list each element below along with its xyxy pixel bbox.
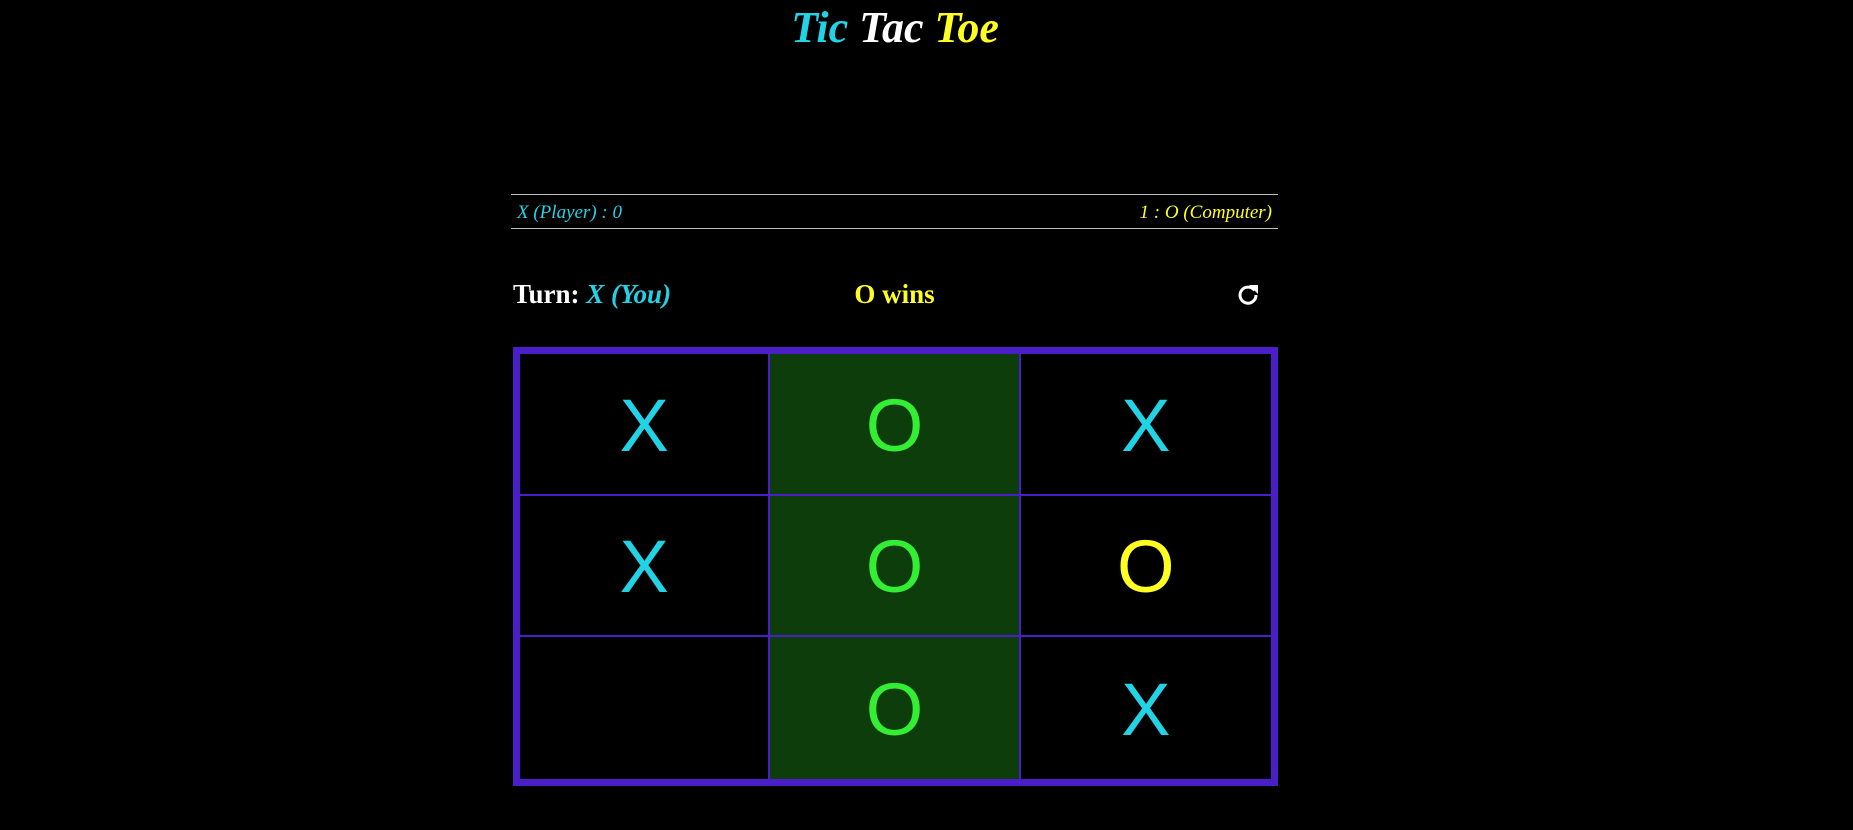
board-cell[interactable] (520, 637, 771, 779)
restart-button[interactable] (1234, 281, 1262, 309)
board-cell[interactable]: O (770, 495, 1021, 638)
board-cell[interactable]: X (1021, 637, 1271, 779)
computer-score: 1 : O (Computer) (1139, 202, 1272, 223)
title-word-tic: Tic (791, 3, 849, 52)
game-status: O wins (854, 279, 935, 309)
game-title: Tic Tac Toe (0, 2, 1790, 53)
restart-icon (1238, 285, 1258, 305)
board-cell[interactable]: X (1020, 354, 1271, 496)
board-cell[interactable]: X (520, 495, 771, 638)
board-cell[interactable]: O (1020, 496, 1271, 638)
player-score: X (Player) : 0 (517, 202, 622, 223)
board-cell[interactable]: O (770, 637, 1021, 779)
board-cell[interactable]: X (520, 354, 771, 496)
title-word-toe: Toe (934, 3, 999, 52)
game-board: X O X X O O O X (513, 347, 1278, 786)
board-cell[interactable]: O (770, 354, 1021, 496)
scoreboard: X (Player) : 0 1 : O (Computer) (511, 194, 1278, 229)
title-word-tac: Tac (859, 3, 924, 52)
status-row: Turn: X (You) O wins (511, 275, 1278, 315)
